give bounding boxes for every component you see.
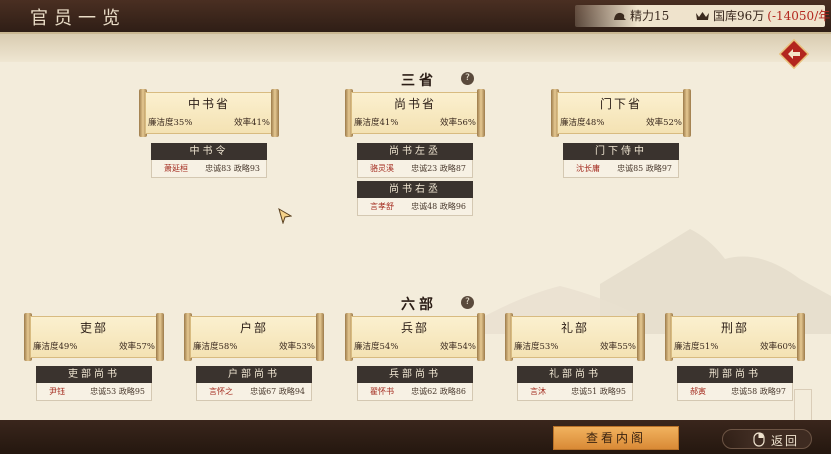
position-card-zhongshuling[interactable]: 中书令 萧延桓 忠诚83 政略93 bbox=[151, 143, 267, 178]
position-card-xingbu-shangshu[interactable]: 刑部尚书 郝寅 忠诚58 政略97 bbox=[677, 366, 793, 401]
back-arrow-icon[interactable] bbox=[779, 39, 809, 69]
bottom-bar bbox=[0, 420, 831, 454]
section-title-three-provinces: 三省 bbox=[401, 73, 437, 89]
help-icon[interactable]: ? bbox=[461, 296, 474, 309]
official-name: 沈长庸 bbox=[576, 164, 600, 173]
treasury-display: 国库96万 (-14050/年) bbox=[695, 7, 831, 24]
section-title-six-ministries: 六部 bbox=[401, 297, 437, 313]
position-title: 礼部尚书 bbox=[517, 366, 633, 383]
position-title: 中书令 bbox=[151, 143, 267, 160]
province-name: 门下省 bbox=[599, 97, 642, 111]
position-body: 萧延桓 忠诚83 政略93 bbox=[151, 160, 267, 178]
position-card-shangshu-youcheng[interactable]: 尚书右丞 言孝舒 忠诚48 政略96 bbox=[357, 181, 473, 216]
efficiency-stat: 效率54% bbox=[440, 342, 476, 352]
efficiency-stat: 效率52% bbox=[646, 118, 682, 128]
province-card-shangshu[interactable]: 尚书省 廉洁度41% 效率56% bbox=[345, 89, 485, 137]
position-card-libu-rites-shangshu[interactable]: 礼部尚书 言沐 忠诚51 政略95 bbox=[517, 366, 633, 401]
integrity-stat: 廉洁度54% bbox=[354, 342, 399, 352]
position-card-menxia-shizhong[interactable]: 门下侍中 沈长庸 忠诚85 政略97 bbox=[563, 143, 679, 178]
return-label: 返回 bbox=[771, 434, 800, 448]
energy-swirl-icon bbox=[614, 12, 626, 20]
efficiency-stat: 效率53% bbox=[279, 342, 315, 352]
province-name: 中书省 bbox=[187, 97, 230, 111]
ministry-name: 兵部 bbox=[400, 321, 429, 335]
position-title: 尚书右丞 bbox=[357, 181, 473, 198]
position-card-shangshu-zuocheng[interactable]: 尚书左丞 骆灵溪 忠诚23 政略87 bbox=[357, 143, 473, 178]
efficiency-stat: 效率56% bbox=[440, 118, 476, 128]
help-icon[interactable]: ? bbox=[461, 72, 474, 85]
position-body: 郝寅 忠诚58 政略97 bbox=[677, 383, 793, 401]
cursor-arrow-icon bbox=[278, 208, 292, 224]
ministry-name: 刑部 bbox=[720, 321, 749, 335]
position-card-hubu-shangshu[interactable]: 户部尚书 言怀之 忠诚67 政略94 bbox=[196, 366, 312, 401]
position-body: 言沐 忠诚51 政略95 bbox=[517, 383, 633, 401]
officials-panel: 三省 ? 中书省 廉洁度35% 效率41% 中书令 萧延桓 忠诚83 政略93 … bbox=[0, 32, 831, 431]
official-name: 言怀之 bbox=[209, 387, 233, 396]
efficiency-stat: 效率60% bbox=[760, 342, 796, 352]
energy-display: 精力15 bbox=[613, 7, 669, 24]
position-title: 尚书左丞 bbox=[357, 143, 473, 160]
position-title: 吏部尚书 bbox=[36, 366, 152, 383]
official-stats: 忠诚51 政略95 bbox=[571, 387, 626, 396]
ministry-card-revenue[interactable]: 户部 廉洁度58% 效率53% bbox=[184, 313, 324, 361]
ministry-name: 户部 bbox=[239, 321, 268, 335]
ministry-card-war[interactable]: 兵部 廉洁度54% 效率54% bbox=[345, 313, 485, 361]
official-stats: 忠诚85 政略97 bbox=[617, 164, 672, 173]
official-stats: 忠诚67 政略94 bbox=[250, 387, 305, 396]
efficiency-stat: 效率41% bbox=[234, 118, 270, 128]
official-stats: 忠诚83 政略93 bbox=[205, 164, 260, 173]
province-name: 尚书省 bbox=[393, 97, 436, 111]
official-name: 尹钰 bbox=[49, 387, 65, 396]
integrity-stat: 廉洁度35% bbox=[148, 118, 193, 128]
official-name: 郝寅 bbox=[690, 387, 706, 396]
integrity-stat: 廉洁度53% bbox=[514, 342, 559, 352]
mouse-icon bbox=[753, 432, 765, 447]
position-body: 言孝舒 忠诚48 政略96 bbox=[357, 198, 473, 216]
province-card-menxia[interactable]: 门下省 廉洁度48% 效率52% bbox=[551, 89, 691, 137]
integrity-stat: 廉洁度41% bbox=[354, 118, 399, 128]
ministry-name: 吏部 bbox=[79, 321, 108, 335]
resource-bar: 精力15 国库96万 (-14050/年) bbox=[575, 5, 831, 27]
treasury-delta: (-14050/年) bbox=[767, 9, 831, 23]
integrity-stat: 廉洁度49% bbox=[33, 342, 78, 352]
efficiency-stat: 效率55% bbox=[600, 342, 636, 352]
energy-value: 精力15 bbox=[630, 9, 670, 23]
official-name: 骆灵溪 bbox=[370, 164, 394, 173]
official-name: 萧延桓 bbox=[164, 164, 188, 173]
position-body: 尹钰 忠诚53 政略95 bbox=[36, 383, 152, 401]
ministry-card-personnel[interactable]: 吏部 廉洁度49% 效率57% bbox=[24, 313, 164, 361]
treasury-value: 国库96万 bbox=[713, 9, 765, 23]
position-body: 言怀之 忠诚67 政略94 bbox=[196, 383, 312, 401]
position-title: 户部尚书 bbox=[196, 366, 312, 383]
official-stats: 忠诚53 政略95 bbox=[90, 387, 145, 396]
position-card-bingbu-shangshu[interactable]: 兵部尚书 翟怀书 忠诚62 政略86 bbox=[357, 366, 473, 401]
position-title: 门下侍中 bbox=[563, 143, 679, 160]
efficiency-stat: 效率57% bbox=[119, 342, 155, 352]
position-title: 兵部尚书 bbox=[357, 366, 473, 383]
position-body: 沈长庸 忠诚85 政略97 bbox=[563, 160, 679, 178]
official-stats: 忠诚62 政略86 bbox=[411, 387, 466, 396]
position-card-libu-shangshu[interactable]: 吏部尚书 尹钰 忠诚53 政略95 bbox=[36, 366, 152, 401]
official-stats: 忠诚23 政略87 bbox=[411, 164, 466, 173]
ministry-card-justice[interactable]: 刑部 廉洁度51% 效率60% bbox=[665, 313, 805, 361]
crown-icon bbox=[696, 11, 709, 20]
view-cabinet-button[interactable]: 查看内阁 bbox=[553, 426, 679, 450]
official-name: 言沐 bbox=[530, 387, 546, 396]
integrity-stat: 廉洁度48% bbox=[560, 118, 605, 128]
ministry-name: 礼部 bbox=[560, 321, 589, 335]
ministry-card-rites[interactable]: 礼部 廉洁度53% 效率55% bbox=[505, 313, 645, 361]
official-stats: 忠诚58 政略97 bbox=[731, 387, 786, 396]
page-title: 官员一览 bbox=[30, 8, 126, 29]
position-body: 翟怀书 忠诚62 政略86 bbox=[357, 383, 473, 401]
official-name: 翟怀书 bbox=[370, 387, 394, 396]
official-name: 言孝舒 bbox=[370, 202, 394, 211]
integrity-stat: 廉洁度58% bbox=[193, 342, 238, 352]
integrity-stat: 廉洁度51% bbox=[674, 342, 719, 352]
return-button[interactable]: 返回 bbox=[722, 429, 812, 449]
top-bar: 官员一览 精力15 国库96万 (-14050/年) bbox=[0, 0, 831, 32]
official-stats: 忠诚48 政略96 bbox=[411, 202, 466, 211]
province-card-zhongshu[interactable]: 中书省 廉洁度35% 效率41% bbox=[139, 89, 279, 137]
position-title: 刑部尚书 bbox=[677, 366, 793, 383]
position-body: 骆灵溪 忠诚23 政略87 bbox=[357, 160, 473, 178]
